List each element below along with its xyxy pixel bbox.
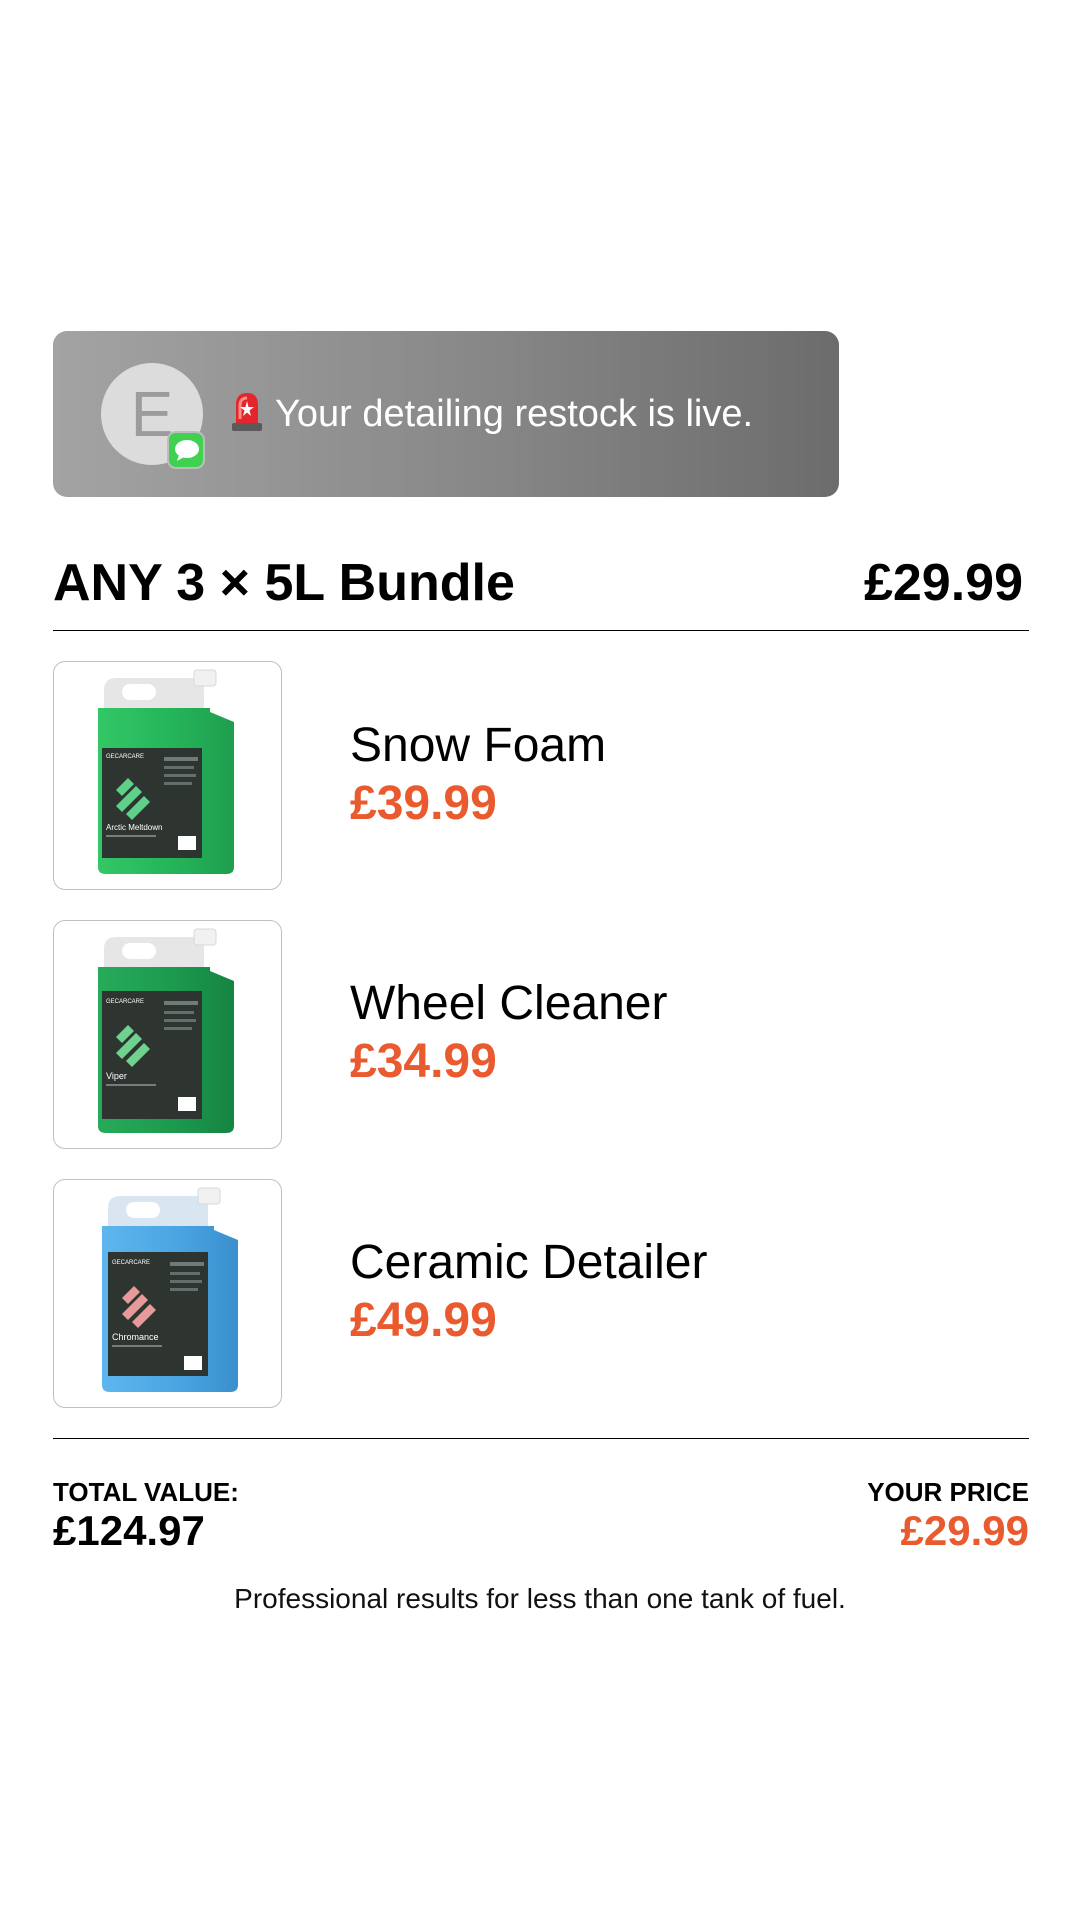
product-price: £34.99: [350, 1035, 497, 1088]
your-price-label: YOUR PRICE: [867, 1477, 1029, 1507]
bottle-brand: GECARCARE: [106, 999, 144, 1005]
product-image-card[interactable]: GECARCARE Arctic Meltdown: [53, 661, 282, 890]
tagline: Professional results for less than one t…: [234, 1583, 846, 1614]
product-image-card[interactable]: GECARCARE Viper: [53, 920, 282, 1149]
product-image-card[interactable]: GECARCARE Chromance: [53, 1179, 282, 1408]
bottle-label: Viper: [106, 1071, 127, 1081]
messages-icon: [167, 431, 205, 469]
notification-banner[interactable]: E Your detailing restock is live.: [53, 331, 839, 497]
product-name: Ceramic Detailer: [350, 1236, 708, 1289]
bottle-label: Chromance: [112, 1332, 159, 1342]
product-price: £39.99: [350, 777, 497, 830]
bottle-label: Arctic Meltdown: [106, 823, 162, 832]
product-price: £49.99: [350, 1294, 497, 1347]
ceramic-detailer-bottle-image: GECARCARE Chromance: [102, 1187, 238, 1392]
product-name: Snow Foam: [350, 719, 607, 772]
product-name: Wheel Cleaner: [350, 977, 668, 1030]
police-light-icon: [232, 393, 262, 431]
bottle-brand: GECARCARE: [112, 1260, 150, 1266]
total-value-amount: £124.97: [53, 1507, 205, 1554]
notification-message: Your detailing restock is live.: [275, 393, 754, 435]
bundle-title: ANY 3 × 5L Bundle: [53, 554, 515, 612]
snow-foam-bottle-image: GECARCARE Arctic Meltdown: [98, 669, 234, 874]
your-price-amount: £29.99: [900, 1507, 1029, 1554]
total-value-label: TOTAL VALUE:: [53, 1477, 239, 1507]
bundle-price: £29.99: [863, 554, 1023, 612]
divider-bottom: [53, 1438, 1029, 1439]
wheel-cleaner-bottle-image: GECARCARE Viper: [98, 928, 234, 1133]
divider-top: [53, 630, 1029, 631]
bottle-brand: GECARCARE: [106, 754, 144, 760]
